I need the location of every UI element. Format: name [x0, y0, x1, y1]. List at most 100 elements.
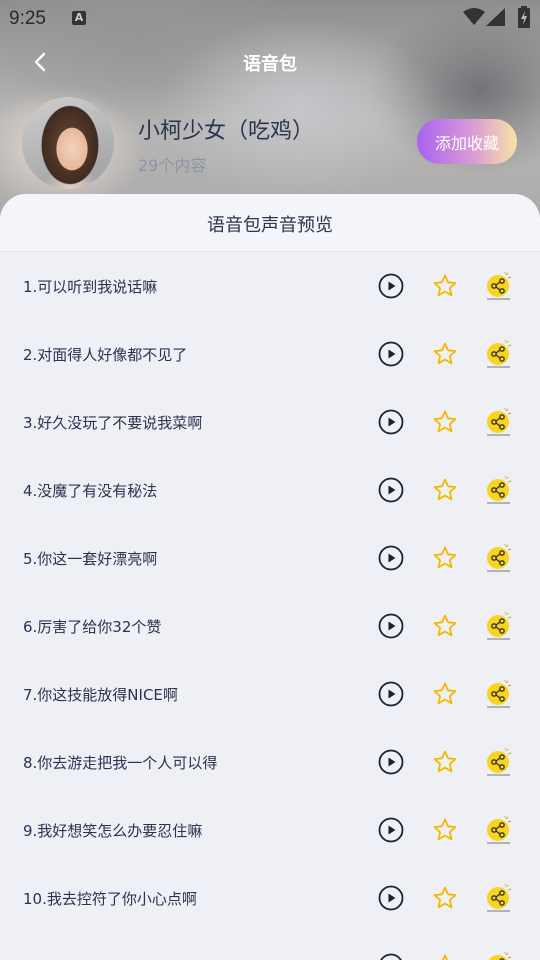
voice-clip-label: 7.你这技能放得NICE啊	[23, 686, 178, 704]
favorite-star-button[interactable]	[432, 681, 458, 707]
share-button[interactable]	[484, 544, 512, 572]
share-icon	[488, 952, 512, 960]
favorite-star-button[interactable]	[432, 341, 458, 367]
list-item[interactable]: 2.对面得人好像都不见了	[0, 320, 540, 388]
star-icon	[433, 342, 457, 365]
voice-clip-label: 6.厉害了给你32个赞	[23, 618, 162, 636]
voice-clip-label: 9.我好想笑怎么办要忍住嘛	[23, 822, 203, 840]
play-icon	[378, 681, 404, 707]
voice-clip-label: 10.我去控符了你小心点啊	[23, 890, 197, 908]
favorite-star-button[interactable]	[432, 409, 458, 435]
list-item[interactable]: 1.可以听到我说话嘛	[0, 252, 540, 320]
add-favorite-button[interactable]: 添加收藏	[417, 119, 517, 164]
share-button[interactable]	[484, 612, 512, 640]
share-button[interactable]	[484, 680, 512, 708]
star-icon	[433, 886, 457, 909]
star-icon	[433, 410, 457, 433]
battery-icon	[518, 6, 530, 28]
play-button[interactable]	[378, 409, 404, 435]
favorite-star-button[interactable]	[432, 817, 458, 843]
play-icon	[378, 477, 404, 503]
sheet-title: 语音包声音预览	[207, 215, 333, 236]
favorite-star-button[interactable]	[432, 613, 458, 639]
list-item[interactable]: 4.没魔了有没有秘法	[0, 456, 540, 524]
play-icon	[378, 341, 404, 367]
play-button[interactable]	[378, 273, 404, 299]
play-icon	[378, 409, 404, 435]
play-button[interactable]	[378, 953, 404, 960]
status-time: 9:25	[9, 8, 46, 29]
page-title: 语音包	[243, 54, 297, 75]
play-icon	[378, 817, 404, 843]
favorite-star-button[interactable]	[432, 885, 458, 911]
list-item[interactable]: 9.我好想笑怎么办要忍住嘛	[0, 796, 540, 864]
play-button[interactable]	[378, 477, 404, 503]
favorite-star-button[interactable]	[432, 477, 458, 503]
play-button[interactable]	[378, 749, 404, 775]
share-icon	[487, 476, 512, 504]
share-icon	[487, 884, 512, 912]
voice-pack-name: 小柯少女（吃鸡）	[138, 119, 315, 144]
star-icon	[433, 478, 457, 501]
favorite-star-button[interactable]	[432, 749, 458, 775]
sheet-header: 语音包声音预览	[0, 194, 540, 252]
star-icon	[433, 750, 457, 773]
favorite-star-button[interactable]	[432, 545, 458, 571]
voice-pack-count: 29个内容	[138, 156, 207, 175]
share-icon	[487, 544, 512, 572]
share-button[interactable]	[484, 408, 512, 436]
list-item[interactable]: 6.厉害了给你32个赞	[0, 592, 540, 660]
share-button[interactable]	[484, 340, 512, 368]
favorite-star-button[interactable]	[432, 953, 458, 960]
voice-clip-label: 3.好久没玩了不要说我菜啊	[23, 414, 203, 432]
star-icon	[433, 274, 457, 297]
share-button[interactable]	[484, 816, 512, 844]
star-icon	[433, 614, 457, 637]
notification-a-icon: A	[72, 11, 86, 25]
list-item[interactable]	[0, 932, 540, 960]
cellular-icon	[486, 8, 505, 26]
preview-sheet: 语音包声音预览 1.可以听到我说话嘛 2.对面得人好像都不见了 3.好久没玩了不要说…	[0, 194, 540, 960]
share-button[interactable]	[484, 884, 512, 912]
play-button[interactable]	[378, 817, 404, 843]
play-button[interactable]	[378, 613, 404, 639]
voice-clip-label: 4.没魔了有没有秘法	[23, 482, 158, 500]
share-button[interactable]	[484, 272, 512, 300]
wifi-icon	[463, 8, 485, 25]
star-icon	[433, 546, 457, 569]
favorite-star-button[interactable]	[432, 273, 458, 299]
play-button[interactable]	[378, 885, 404, 911]
list-item[interactable]: 5.你这一套好漂亮啊	[0, 524, 540, 592]
share-icon	[487, 340, 512, 368]
play-icon	[378, 749, 404, 775]
play-icon	[378, 885, 404, 911]
share-icon	[487, 272, 512, 300]
share-button[interactable]	[484, 952, 512, 960]
share-icon	[487, 816, 512, 844]
status-bar: 9:25 A	[0, 0, 540, 36]
voice-clip-label: 1.可以听到我说话嘛	[23, 278, 158, 296]
share-icon	[487, 612, 512, 640]
list-item[interactable]: 3.好久没玩了不要说我菜啊	[0, 388, 540, 456]
voice-clip-label: 2.对面得人好像都不见了	[23, 346, 188, 364]
play-icon	[378, 273, 404, 299]
top-bar: 语音包	[0, 40, 540, 84]
share-button[interactable]	[484, 476, 512, 504]
avatar	[22, 97, 114, 189]
share-icon	[487, 408, 512, 436]
list-item[interactable]: 8.你去游走把我一个人可以得	[0, 728, 540, 796]
share-icon	[487, 680, 512, 708]
list-item[interactable]: 10.我去控符了你小心点啊	[0, 864, 540, 932]
star-icon	[433, 682, 457, 705]
star-icon	[433, 818, 457, 841]
voice-clip-label: 8.你去游走把我一个人可以得	[23, 754, 218, 772]
star-icon	[441, 954, 449, 960]
share-button[interactable]	[484, 748, 512, 776]
play-button[interactable]	[378, 545, 404, 571]
play-button[interactable]	[378, 341, 404, 367]
play-icon	[380, 953, 402, 960]
share-icon	[487, 748, 512, 776]
play-button[interactable]	[378, 681, 404, 707]
list-item[interactable]: 7.你这技能放得NICE啊	[0, 660, 540, 728]
voice-clip-label: 5.你这一套好漂亮啊	[23, 550, 158, 568]
